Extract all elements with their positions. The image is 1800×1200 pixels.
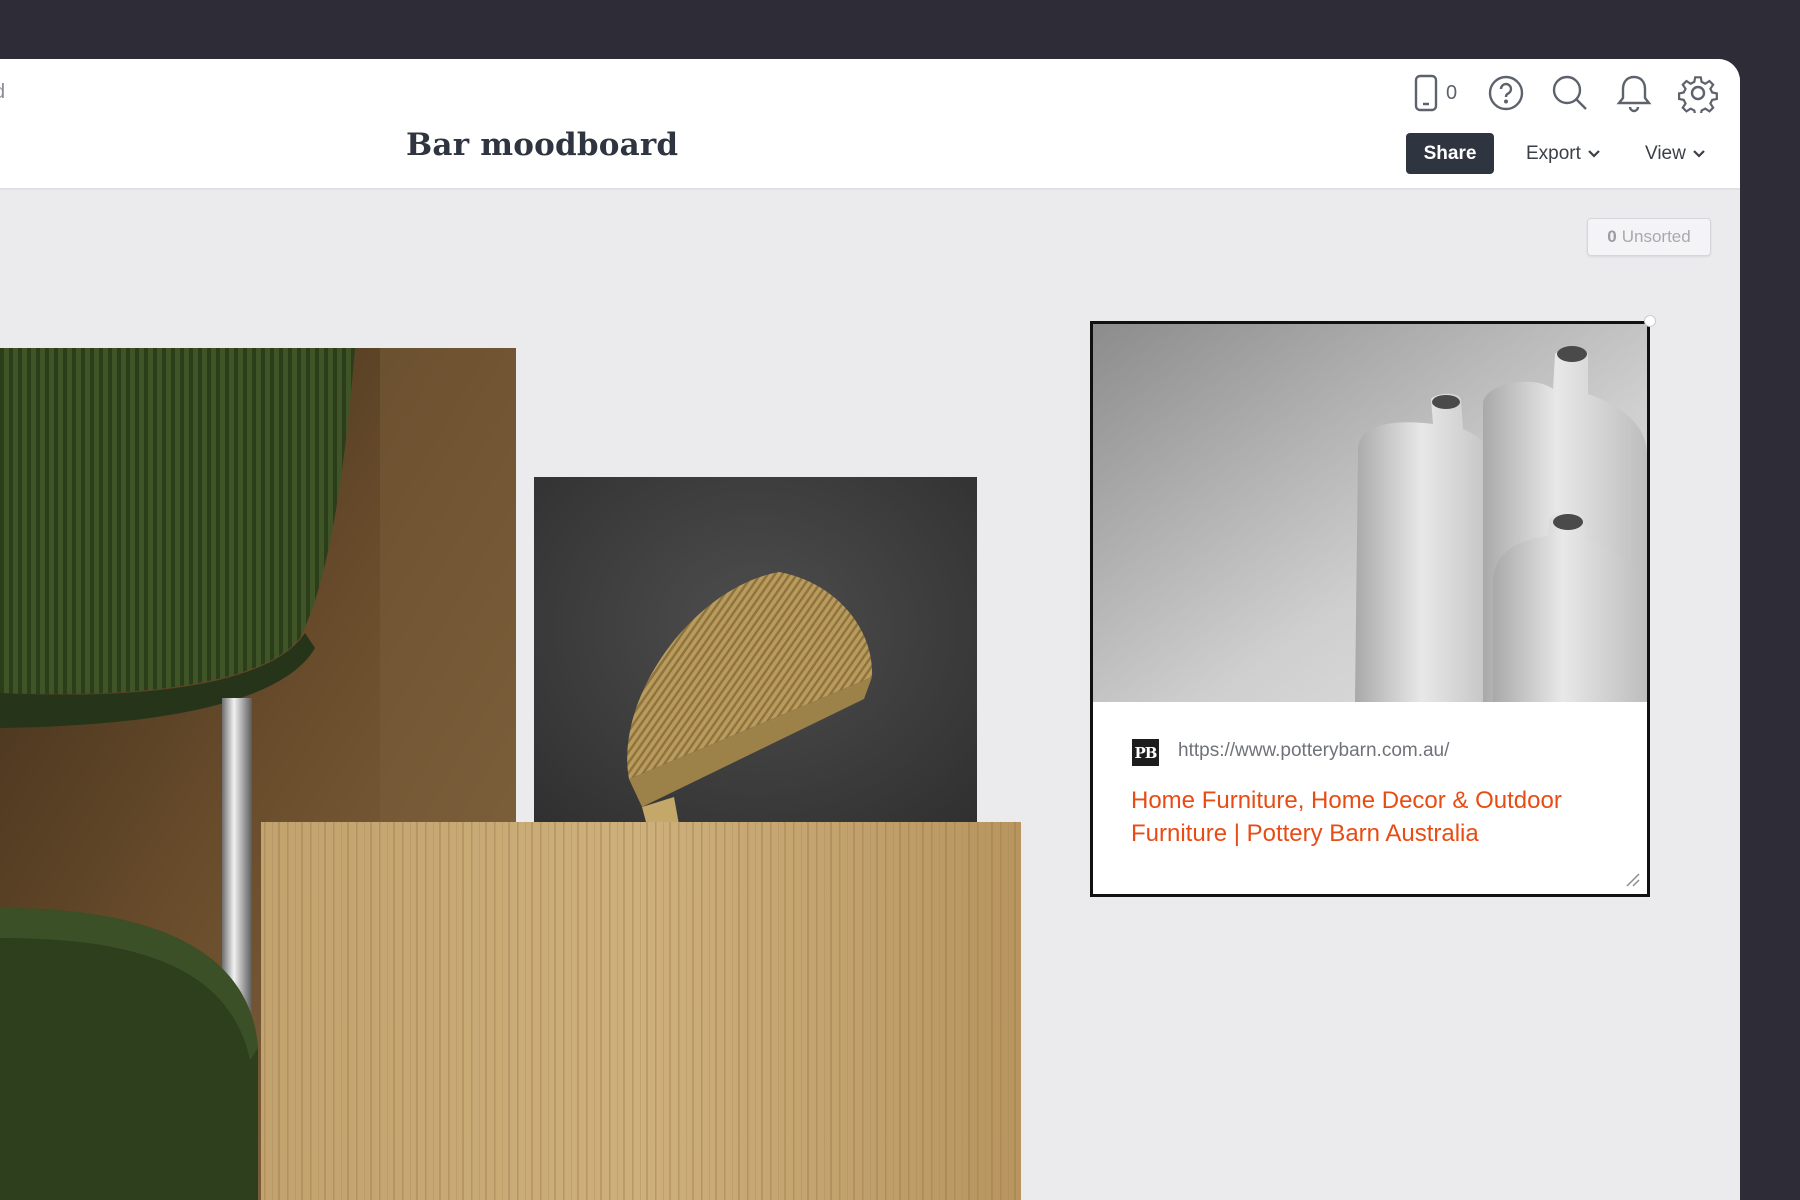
- chevron-down-icon: [1588, 150, 1600, 158]
- search-button[interactable]: [1548, 71, 1592, 115]
- chevron-down-icon: [1693, 150, 1705, 158]
- view-menu-button[interactable]: View: [1645, 138, 1706, 170]
- site-favicon: PB: [1132, 739, 1159, 766]
- wood-veneer-image-tile[interactable]: [261, 822, 1021, 1200]
- unsorted-button[interactable]: 0 Unsorted: [1587, 218, 1711, 256]
- resize-handle-icon[interactable]: [1623, 870, 1641, 888]
- search-icon: [1552, 75, 1587, 110]
- device-count: 0: [1446, 82, 1458, 104]
- truncated-breadcrumb-text: d: [0, 81, 5, 104]
- ceramic-bottles-image: [1093, 324, 1647, 702]
- link-title[interactable]: Home Furniture, Home Decor & Outdoor Fur…: [1131, 784, 1621, 850]
- settings-button[interactable]: [1676, 71, 1720, 115]
- moodboard-canvas[interactable]: 0 Unsorted PB https://www.potterybarn.co…: [0, 190, 1740, 1200]
- export-menu-button[interactable]: Export: [1526, 138, 1601, 170]
- notifications-button[interactable]: [1612, 71, 1656, 115]
- gear-icon: [1678, 76, 1718, 113]
- share-button[interactable]: Share: [1406, 133, 1494, 174]
- mobile-device-button[interactable]: [1404, 71, 1448, 115]
- export-label: Export: [1526, 143, 1581, 164]
- brass-handle-image-tile[interactable]: [534, 477, 977, 852]
- view-label: View: [1645, 143, 1686, 164]
- help-button[interactable]: [1484, 71, 1528, 115]
- unsorted-label: Unsorted: [1621, 227, 1691, 246]
- card-corner-handle[interactable]: [1644, 315, 1656, 327]
- link-card[interactable]: PB https://www.potterybarn.com.au/ Home …: [1090, 321, 1650, 897]
- brass-handle-image: [534, 477, 977, 852]
- help-icon: [1488, 75, 1524, 111]
- wood-veneer-image: [261, 822, 1021, 1200]
- unsorted-count: 0: [1607, 227, 1617, 246]
- mobile-device-icon: [1414, 74, 1438, 112]
- link-url[interactable]: https://www.potterybarn.com.au/: [1178, 740, 1449, 762]
- app-window: d Bar moodboard 0: [0, 59, 1740, 1200]
- link-preview-image: [1093, 324, 1647, 702]
- bell-icon: [1616, 75, 1652, 113]
- page-title[interactable]: Bar moodboard: [406, 127, 678, 163]
- top-bar: d Bar moodboard 0: [0, 59, 1740, 190]
